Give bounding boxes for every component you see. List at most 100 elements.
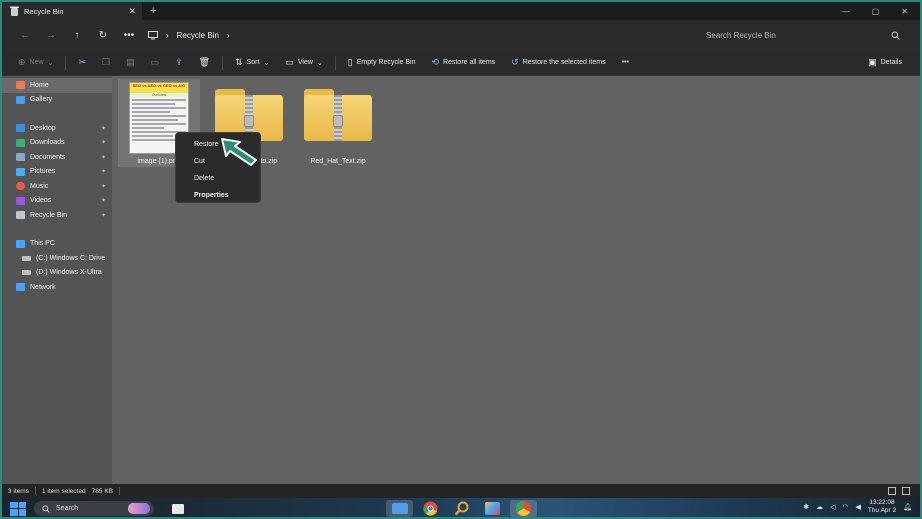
pin-icon[interactable]: ✦ [101, 183, 106, 190]
videos-icon [16, 196, 25, 205]
pin-icon[interactable]: ✦ [101, 154, 106, 161]
sidebar-item-downloads[interactable]: Downloads ✦ [2, 136, 112, 151]
minimize-button[interactable]: — [842, 7, 850, 16]
item-count: 3 items [8, 487, 29, 495]
notification-bell-icon[interactable]: 🔔︎ [903, 503, 912, 511]
status-bar: 3 items 1 item selected 785 KB [2, 484, 920, 498]
breadcrumb[interactable]: › Recycle Bin › [148, 30, 230, 40]
toolbar-more-button[interactable]: ••• [614, 59, 637, 66]
bluetooth-icon[interactable]: ✱ [803, 503, 809, 511]
app-icon [485, 502, 500, 515]
restore-selected-button[interactable]: ↺ Restore the selected items [503, 57, 613, 68]
details-button[interactable]: ▣ Details [860, 57, 910, 68]
restore-all-icon: ⟲ [431, 57, 440, 67]
monitor-icon [148, 30, 158, 39]
taskbar-search-label: Search [56, 505, 79, 512]
sort-button[interactable]: ⇅ Sort ⌄ [227, 57, 277, 68]
up-button[interactable]: ↑ [64, 30, 90, 41]
sidebar-item-label: Network [30, 283, 56, 291]
home-icon [16, 81, 25, 90]
sidebar-item-label: Recycle Bin [30, 211, 67, 219]
taskbar-chrome[interactable] [417, 500, 444, 517]
tab-recycle-bin[interactable]: Recycle Bin ✕ [2, 2, 142, 20]
back-button[interactable]: ← [12, 30, 38, 41]
context-menu-delete[interactable]: Delete [176, 170, 260, 187]
sidebar-item-home[interactable]: Home [2, 78, 112, 93]
music-icon [16, 182, 25, 191]
title-bar: Recycle Bin ✕ + — ▢ ✕ [2, 2, 920, 20]
sidebar-item-documents[interactable]: Documents ✦ [2, 150, 112, 165]
sidebar-item-label: Pictures [30, 168, 56, 176]
sidebar-item-music[interactable]: Music ✦ [2, 179, 112, 194]
paste-icon: ▤ [126, 57, 135, 67]
delete-button[interactable]: 🗑︎ [191, 57, 218, 68]
empty-recycle-bin-button[interactable]: ▯ Empty Recycle Bin [340, 57, 424, 68]
file-item-red-hat-zip[interactable]: Red_Hat_Text.zip [297, 79, 379, 167]
cloud-icon[interactable]: ☁ [816, 503, 823, 511]
forward-button[interactable]: → [38, 30, 64, 41]
taskbar-search-app[interactable] [448, 500, 475, 517]
maximize-button[interactable]: ▢ [872, 7, 880, 16]
pin-icon[interactable]: ✦ [101, 139, 106, 146]
tiles-view-icon[interactable] [902, 487, 910, 495]
task-view-button[interactable] [164, 500, 191, 517]
address-more-button[interactable]: ••• [116, 30, 142, 41]
restore-all-button[interactable]: ⟲ Restore all items [423, 57, 503, 68]
new-button[interactable]: ⊕ New ⌄ [10, 57, 61, 68]
breadcrumb-recycle-bin[interactable]: Recycle Bin [177, 31, 219, 40]
sidebar-item-gallery[interactable]: Gallery [2, 93, 112, 108]
divider [34, 487, 36, 495]
sidebar-item-pictures[interactable]: Pictures ✦ [2, 165, 112, 180]
cut-button[interactable]: ✂ [70, 57, 94, 68]
chevron-down-icon: ⌄ [316, 59, 323, 67]
sidebar-item-label: (C:) Windows C: Drive [36, 254, 106, 262]
taskbar-file-explorer[interactable] [386, 500, 413, 517]
sidebar-item-videos[interactable]: Videos ✦ [2, 194, 112, 209]
sidebar-item-c-drive[interactable]: (C:) Windows C: Drive [2, 251, 112, 266]
new-tab-button[interactable]: + [150, 5, 156, 17]
pin-icon[interactable]: ✦ [101, 197, 106, 204]
taskbar-app-4[interactable] [479, 500, 506, 517]
search-placeholder: Search Recycle Bin [706, 30, 776, 40]
system-tray: ✱ ☁ ◁ ◠ ◀ 13:22:08 Thu Apr 2 🔔︎ [803, 499, 912, 515]
sidebar-item-this-pc[interactable]: This PC [2, 237, 112, 252]
details-view-icon[interactable] [888, 487, 896, 495]
start-button[interactable] [10, 501, 26, 516]
share-button[interactable]: ⇪ [167, 57, 191, 68]
tab-title: Recycle Bin [24, 6, 64, 16]
pin-icon[interactable]: ✦ [101, 168, 106, 175]
restore-selected-label: Restore the selected items [522, 59, 606, 66]
wifi-icon[interactable]: ◠ [842, 503, 848, 511]
taskbar-app-5[interactable] [510, 500, 537, 517]
downloads-icon [16, 138, 25, 147]
view-button[interactable]: ▭ View ⌄ [277, 57, 330, 68]
sidebar-item-desktop[interactable]: Desktop ✦ [2, 121, 112, 136]
search-input[interactable]: Search Recycle Bin [698, 25, 908, 45]
view-toggle [888, 487, 910, 495]
pictures-icon [16, 167, 25, 176]
pin-icon[interactable]: ✦ [101, 125, 106, 132]
desktop-icon [16, 124, 25, 133]
sidebar-item-recycle-bin[interactable]: Recycle Bin ✦ [2, 208, 112, 223]
speaker-icon[interactable]: ◁ [830, 503, 835, 511]
rename-button[interactable]: ▭ [143, 57, 168, 68]
rename-icon: ▭ [150, 57, 160, 67]
search-highlight-icon [128, 503, 150, 514]
copy-button[interactable]: ❐ [94, 57, 118, 68]
paste-button[interactable]: ▤ [118, 57, 143, 68]
documents-icon [16, 153, 25, 162]
taskbar-search[interactable]: Search [34, 501, 154, 516]
refresh-button[interactable]: ↻ [90, 30, 116, 41]
context-menu-properties[interactable]: Properties [176, 187, 260, 204]
tab-close-button[interactable]: ✕ [128, 6, 136, 17]
close-button[interactable]: ✕ [901, 7, 908, 16]
address-bar: ← → ↑ ↻ ••• › Recycle Bin › Search Recyc… [2, 20, 920, 50]
volume-icon[interactable]: ◀ [856, 503, 861, 511]
command-bar: ⊕ New ⌄ ✂ ❐ ▤ ▭ ⇪ 🗑︎ ⇅ Sort ⌄ ▭ View ⌄ ▯… [2, 50, 920, 76]
sidebar-item-d-drive[interactable]: (D:) Windows X-Ultra [2, 266, 112, 281]
sort-icon: ⇅ [235, 57, 243, 67]
pin-icon[interactable]: ✦ [101, 212, 106, 219]
sidebar-item-network[interactable]: Network [2, 280, 112, 295]
clock[interactable]: 13:22:08 Thu Apr 2 [868, 499, 896, 515]
